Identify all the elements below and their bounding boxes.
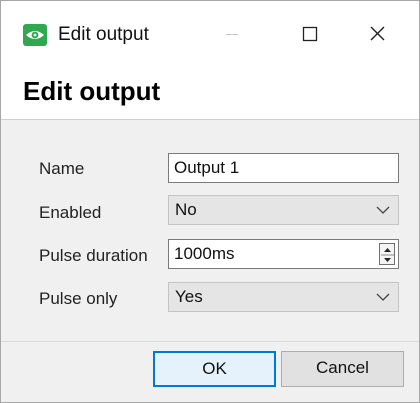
- edit-output-dialog: Edit output Edit output Name Output 1 En…: [0, 0, 420, 403]
- pulse-duration-spinbox[interactable]: 1000ms: [168, 239, 399, 269]
- eye-app-icon: [23, 24, 47, 46]
- name-label: Name: [39, 159, 85, 178]
- dialog-header: Edit output: [1, 59, 419, 120]
- maximize-button[interactable]: [283, 11, 337, 57]
- ok-button[interactable]: OK: [153, 351, 276, 387]
- pulse-only-select[interactable]: Yes: [168, 282, 399, 312]
- pulse-duration-label: Pulse duration: [39, 246, 148, 265]
- close-icon: [370, 26, 385, 41]
- chevron-down-icon: [376, 293, 390, 301]
- enabled-select[interactable]: No: [168, 195, 399, 225]
- chevron-down-icon: [376, 206, 390, 214]
- spin-up-down-icon: [381, 248, 394, 262]
- close-button[interactable]: [351, 11, 405, 57]
- title-bar[interactable]: Edit output: [1, 1, 419, 59]
- enabled-select-value: No: [175, 200, 197, 219]
- minimize-button[interactable]: [205, 11, 259, 57]
- window-title: Edit output: [58, 24, 149, 45]
- minimize-icon: [226, 34, 238, 35]
- pulse-duration-value: 1000ms: [174, 244, 235, 263]
- name-input[interactable]: Output 1: [168, 153, 399, 183]
- enabled-label: Enabled: [39, 203, 102, 222]
- spin-buttons[interactable]: [379, 243, 395, 265]
- cancel-button[interactable]: Cancel: [281, 351, 404, 387]
- page-title: Edit output: [23, 76, 161, 106]
- pulse-only-label: Pulse only: [39, 289, 118, 308]
- footer-divider: [1, 341, 419, 342]
- pulse-only-select-value: Yes: [175, 287, 203, 306]
- maximize-icon: [302, 26, 318, 42]
